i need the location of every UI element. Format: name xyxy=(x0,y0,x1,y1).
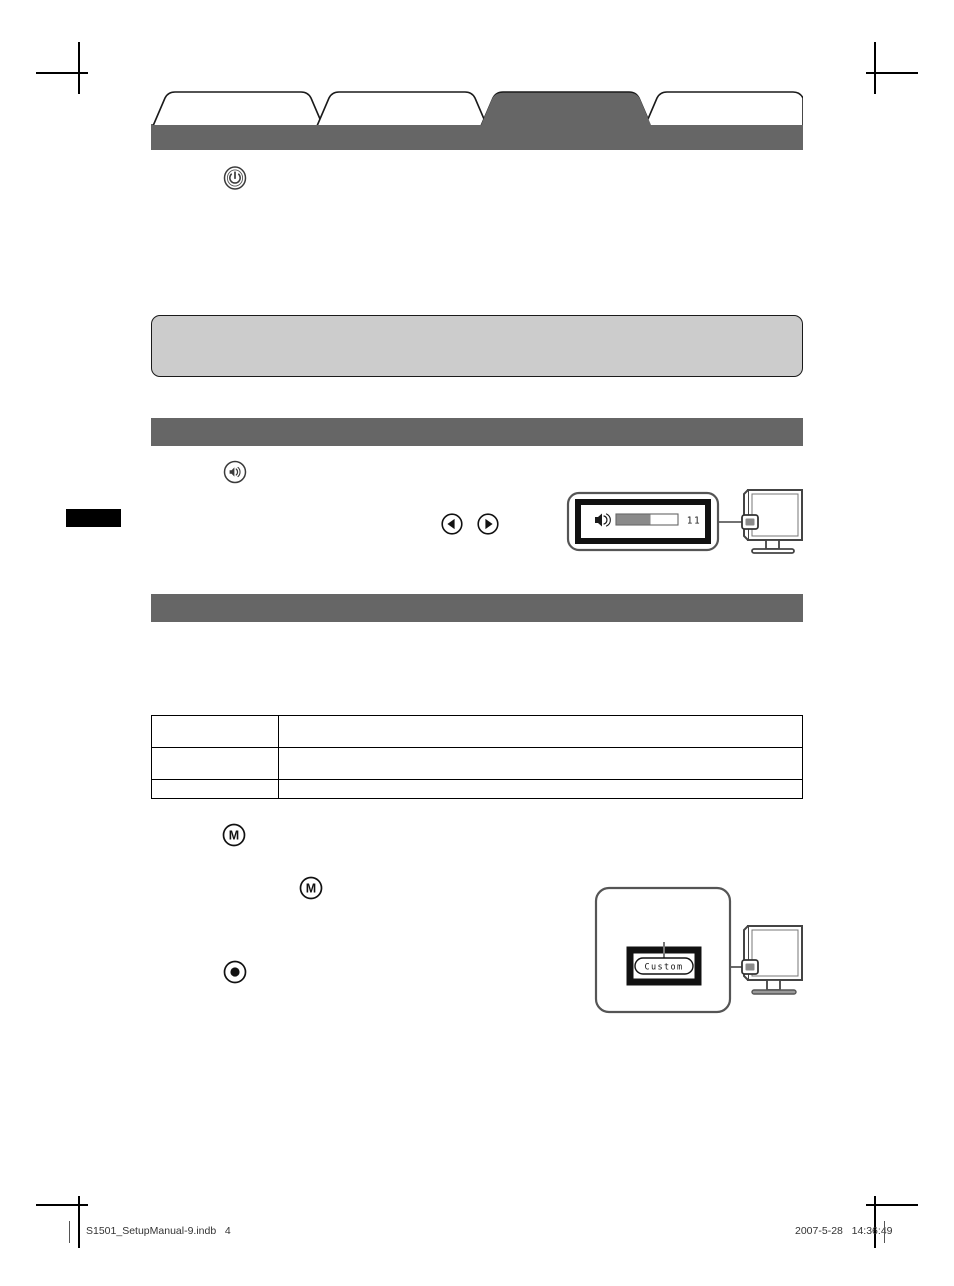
fine-contrast-mode-table xyxy=(151,715,803,799)
osd-volume-bar-fill xyxy=(616,514,651,525)
crop-mark-top-right-horizontal xyxy=(866,72,918,74)
table-row xyxy=(151,747,803,780)
svg-text:M: M xyxy=(306,881,316,895)
footer-right-text: 2007-5-28 14:36:49 xyxy=(795,1225,893,1237)
osd-mode-value: Custom xyxy=(644,963,683,973)
crop-mark-top-left-vertical xyxy=(78,42,80,94)
table-row xyxy=(151,779,803,799)
chapter-tab-strip xyxy=(151,88,803,150)
footer-left-rule xyxy=(69,1221,70,1243)
enter-button-icon xyxy=(222,959,248,985)
osd-volume-value: 11 xyxy=(687,516,701,527)
footer-right-rule xyxy=(884,1221,885,1243)
chapter-tab-1 xyxy=(151,91,325,127)
power-button-icon xyxy=(222,165,248,191)
volume-section-heading-bar xyxy=(151,418,803,446)
table-cell-label xyxy=(151,715,279,748)
table-cell-value xyxy=(278,779,803,799)
chapter-tab-2 xyxy=(315,91,489,127)
fine-contrast-osd-illustration: Custom xyxy=(594,878,810,1014)
mode-button-icon-inline: M xyxy=(298,875,324,901)
table-row xyxy=(151,715,803,748)
manual-page: 11 M M Custom S1501_SetupManual-9.indb 4… xyxy=(0,0,954,1286)
thumb-index-tab xyxy=(66,509,121,527)
footer-left-text: S1501_SetupManual-9.indb 4 xyxy=(86,1225,231,1237)
right-arrow-button-icon xyxy=(476,512,500,536)
volume-osd-illustration: 11 xyxy=(566,485,806,557)
fine-contrast-section-heading-bar xyxy=(151,594,803,622)
chapter-tab-4 xyxy=(643,91,803,127)
svg-text:M: M xyxy=(229,828,239,842)
crop-mark-bottom-right-horizontal xyxy=(866,1204,918,1206)
volume-button-icon xyxy=(222,459,248,485)
table-cell-label xyxy=(151,747,279,780)
mode-button-icon: M xyxy=(221,822,247,848)
table-cell-value xyxy=(278,715,803,748)
crop-mark-top-left-horizontal xyxy=(36,72,88,74)
monitor-front-view xyxy=(741,925,803,995)
table-cell-label xyxy=(151,779,279,799)
crop-mark-top-right-vertical xyxy=(874,42,876,94)
table-cell-value xyxy=(278,747,803,780)
monitor-front-view xyxy=(741,489,803,554)
attention-note-box xyxy=(151,315,803,377)
crop-mark-bottom-left-horizontal xyxy=(36,1204,88,1206)
left-arrow-button-icon xyxy=(440,512,464,536)
